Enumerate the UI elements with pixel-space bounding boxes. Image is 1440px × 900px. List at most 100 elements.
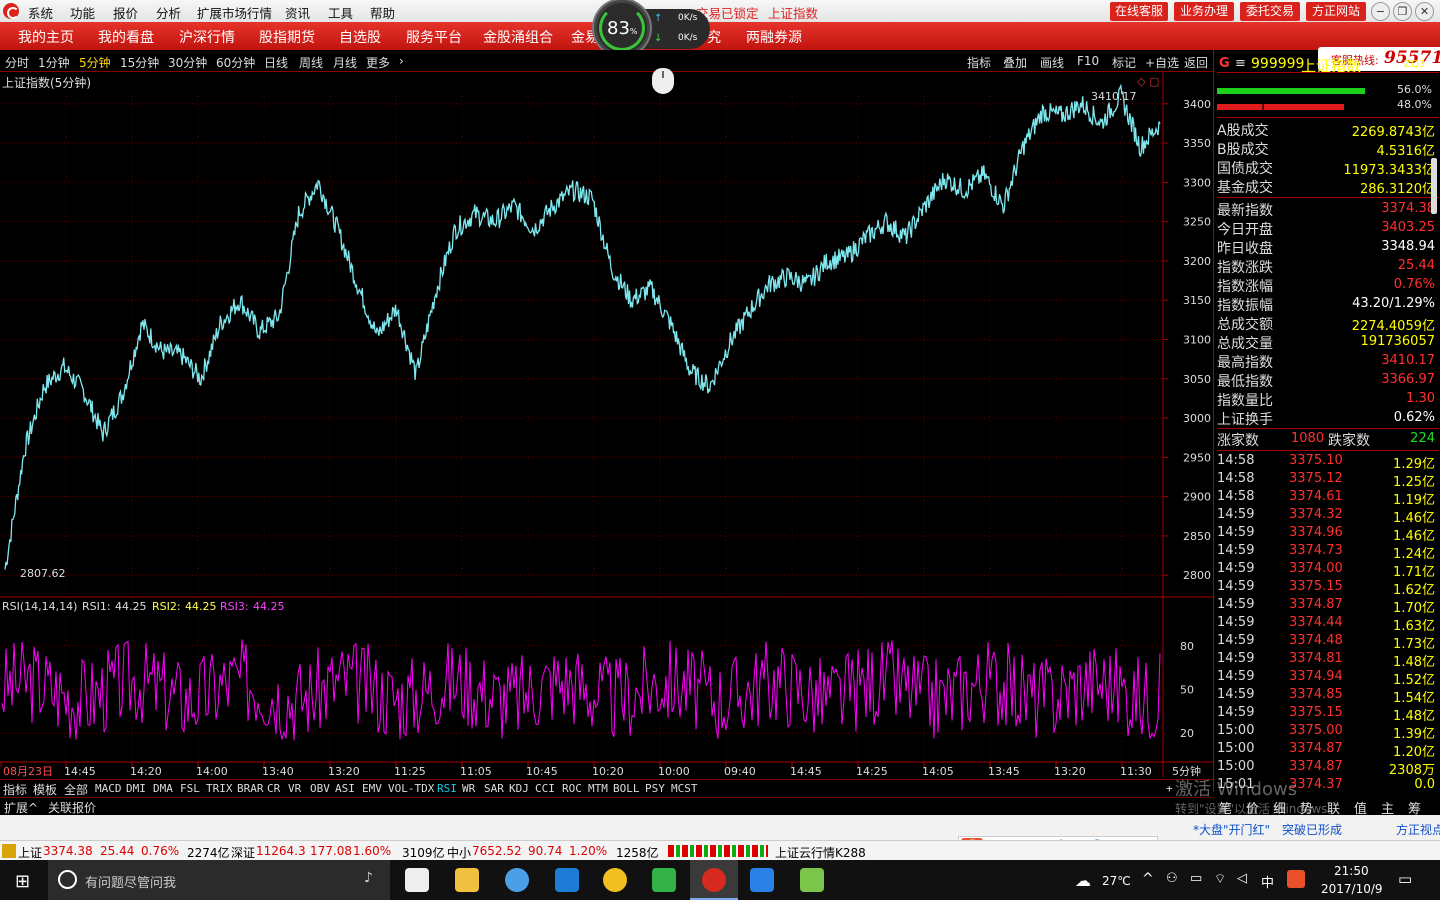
browser-icon[interactable] xyxy=(505,868,529,892)
indicator-tab-emv[interactable]: EMV xyxy=(362,782,382,795)
tool-f10[interactable]: F10 xyxy=(1077,54,1099,68)
indicator-tab-sar[interactable]: SAR xyxy=(484,782,504,795)
microphone-icon[interactable]: ♪ xyxy=(364,870,373,886)
indicator-tab-模板[interactable]: 模板 xyxy=(33,781,57,798)
indicator-tab-asi[interactable]: ASI xyxy=(335,782,355,795)
period-timeshare[interactable]: 分时 xyxy=(5,54,29,71)
memory-gauge[interactable]: 83% xyxy=(594,0,650,56)
restore-icon[interactable]: ❐ xyxy=(1393,2,1412,21)
windows-start-icon[interactable]: ⊞ xyxy=(15,871,30,892)
menu-system[interactable]: 系统 xyxy=(28,3,53,22)
tool-back[interactable]: 返回 xyxy=(1184,54,1208,71)
indicator-tab-boll[interactable]: BOLL xyxy=(613,782,640,795)
indicator-tab-cci[interactable]: CCI xyxy=(535,782,555,795)
website-button[interactable]: 方正网站 xyxy=(1306,2,1366,21)
chevron-right-icon[interactable]: › xyxy=(399,54,404,68)
tab-related-quote[interactable]: 关联报价 xyxy=(48,799,96,816)
nav-watchlist[interactable]: 自选股 xyxy=(339,27,381,47)
period-day[interactable]: 日线 xyxy=(264,54,288,71)
taskbar-search[interactable]: 有问题尽管问我 ♪ xyxy=(48,860,390,900)
indicator-tab-dmi[interactable]: DMI xyxy=(126,782,146,795)
notification-icon[interactable]: ▭ xyxy=(1398,870,1412,888)
input-language[interactable]: 中 xyxy=(1261,872,1274,891)
app-icon[interactable] xyxy=(800,868,824,892)
kline-chart-area[interactable]: 上证指数(5分钟) ◇ ▢ 3400 3350 3300 3250 3200 3150 31… xyxy=(0,72,1213,792)
app-icon[interactable] xyxy=(750,868,774,892)
period-5min[interactable]: 5分钟 xyxy=(79,54,111,71)
clock-date[interactable]: 2017/10/9 xyxy=(1321,882,1383,896)
menu-quote[interactable]: 报价 xyxy=(113,3,138,22)
period-more[interactable]: 更多 xyxy=(366,54,390,71)
active-app-slot[interactable] xyxy=(690,860,738,900)
period-15min[interactable]: 15分钟 xyxy=(120,54,159,71)
period-1min[interactable]: 1分钟 xyxy=(38,54,70,71)
menu-help[interactable]: 帮助 xyxy=(370,3,395,22)
weather-temp[interactable]: 27℃ xyxy=(1102,874,1131,888)
business-button[interactable]: 业务办理 xyxy=(1174,2,1234,21)
indicator-tab-vol-tdx[interactable]: VOL-TDX xyxy=(388,782,434,795)
indicator-tab-trix[interactable]: TRIX xyxy=(206,782,233,795)
panel-scrollbar[interactable] xyxy=(1431,158,1437,214)
network-speed-widget[interactable]: ↑ 0K/s ↓ 0K/s xyxy=(642,9,710,49)
nav-futures[interactable]: 股指期货 xyxy=(259,27,315,47)
indicator-tab-roc[interactable]: ROC xyxy=(562,782,582,795)
menu-info[interactable]: 资讯 xyxy=(285,3,310,22)
nav-portfolio[interactable]: 金股涌组合 xyxy=(483,27,553,47)
ticker-cloud[interactable]: 上证云行情K288 xyxy=(775,844,866,861)
indicator-tab-kdj[interactable]: KDJ xyxy=(509,782,529,795)
tray-battery-icon[interactable]: ▭ xyxy=(1190,871,1202,886)
indicator-tab-macd[interactable]: MACD xyxy=(95,782,122,795)
file-explorer-icon[interactable] xyxy=(455,868,479,892)
close-icon[interactable]: ✕ xyxy=(1415,2,1434,21)
tool-indicator[interactable]: 指标 xyxy=(967,54,991,71)
edge-icon[interactable] xyxy=(555,868,579,892)
menu-icon[interactable]: ≡ xyxy=(1235,56,1246,71)
nav-my-watch[interactable]: 我的看盘 xyxy=(98,27,154,47)
indicator-tab-指标[interactable]: 指标 xyxy=(3,781,27,798)
menu-extended-market[interactable]: 扩展市场行情 xyxy=(197,3,272,22)
indicator-tab-dma[interactable]: DMA xyxy=(153,782,173,795)
nav-margin[interactable]: 两融券源 xyxy=(746,27,802,47)
online-service-button[interactable]: 在线客服 xyxy=(1110,2,1168,21)
tool-overlay[interactable]: 叠加 xyxy=(1003,54,1027,71)
news-headline[interactable]: *大盘"开门红" 突破已形成 xyxy=(1193,821,1342,838)
tab-extended[interactable]: 扩展^ xyxy=(4,799,38,816)
tool-mark[interactable]: 标记 xyxy=(1112,54,1136,71)
indicator-tab-mcst[interactable]: MCST xyxy=(671,782,698,795)
tool-draw[interactable]: 画线 xyxy=(1040,54,1064,71)
add-indicator-button[interactable]: + xyxy=(1166,782,1173,795)
indicator-tab-psy[interactable]: PSY xyxy=(645,782,665,795)
minimize-icon[interactable]: − xyxy=(1371,2,1390,21)
tray-expand-icon[interactable]: ^ xyxy=(1142,871,1154,887)
menu-function[interactable]: 功能 xyxy=(70,3,95,22)
tray-user-icon[interactable]: ⚇ xyxy=(1166,871,1178,886)
nav-home[interactable]: 我的主页 xyxy=(18,27,74,47)
menu-tools[interactable]: 工具 xyxy=(328,3,353,22)
weather-cloud-icon[interactable]: ☁ xyxy=(1075,871,1091,890)
indicator-tab-全部[interactable]: 全部 xyxy=(64,781,88,798)
tray-volume-icon[interactable]: ◁ xyxy=(1237,871,1247,886)
indicator-tab-rsi[interactable]: RSI xyxy=(437,782,457,795)
sogou-tray-icon[interactable] xyxy=(1287,870,1305,888)
indicator-tab-vr[interactable]: VR xyxy=(288,782,301,795)
trade-order-button[interactable]: 委托交易 xyxy=(1240,2,1300,21)
index-link[interactable]: 上证指数 xyxy=(768,3,818,22)
clock-time[interactable]: 21:50 xyxy=(1334,864,1369,878)
app-icon[interactable] xyxy=(603,868,627,892)
news-source[interactable]: 方正视点 xyxy=(1396,821,1440,838)
app-icon[interactable] xyxy=(652,868,676,892)
indicator-tab-fsl[interactable]: FSL xyxy=(180,782,200,795)
nav-service[interactable]: 服务平台 xyxy=(406,27,462,47)
nav-sh-sz[interactable]: 沪深行情 xyxy=(179,27,235,47)
fangzheng-app-icon[interactable] xyxy=(702,868,726,892)
indicator-tab-obv[interactable]: OBV xyxy=(310,782,330,795)
indicator-tab-brar[interactable]: BRAR xyxy=(237,782,264,795)
period-week[interactable]: 周线 xyxy=(299,54,323,71)
tray-network-icon[interactable]: ⌔ xyxy=(1214,871,1226,887)
indicator-tab-mtm[interactable]: MTM xyxy=(588,782,608,795)
store-icon[interactable] xyxy=(405,868,429,892)
menu-analysis[interactable]: 分析 xyxy=(156,3,181,22)
indicator-tab-wr[interactable]: WR xyxy=(462,782,475,795)
period-month[interactable]: 月线 xyxy=(333,54,357,71)
period-60min[interactable]: 60分钟 xyxy=(216,54,255,71)
